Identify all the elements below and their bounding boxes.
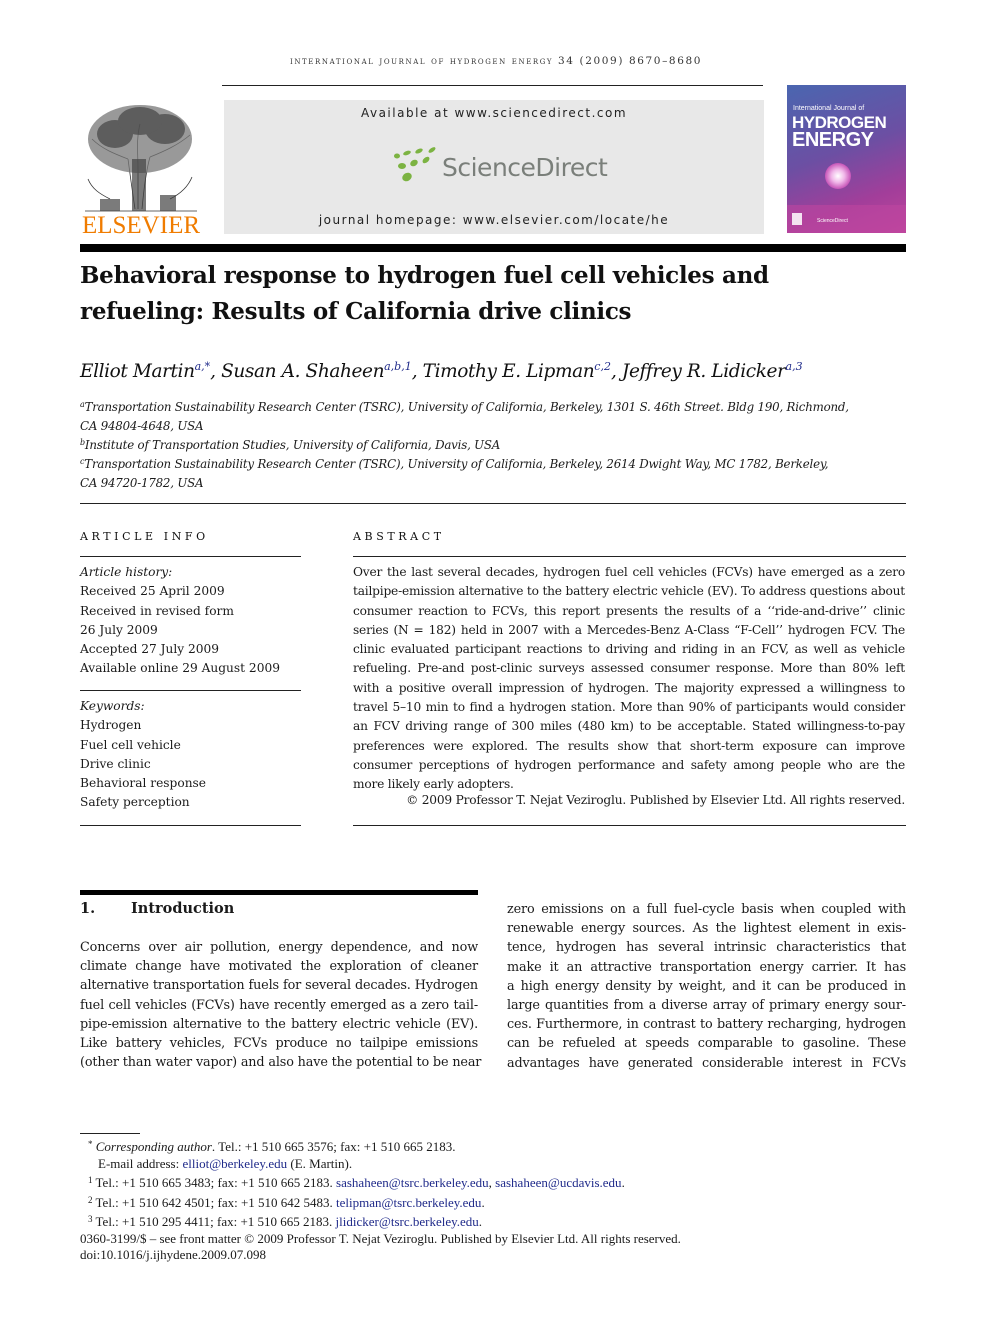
footnote-mark: 2	[88, 1194, 93, 1205]
email-link[interactable]: telipman@tsrc.berkeley.edu	[336, 1195, 481, 1210]
text-line: a high energy density by weight, and it …	[507, 978, 906, 994]
author-name[interactable]: Timothy E. Lipman	[423, 361, 595, 382]
contact-text: Tel.: +1 510 295 4411; fax: +1 510 665 2…	[95, 1214, 336, 1229]
history-item: 26 July 2009	[80, 622, 158, 637]
email-link[interactable]: jlidicker@tsrc.berkeley.edu	[336, 1214, 479, 1229]
header-thick-rule	[80, 244, 906, 252]
abstract-heading: ABSTRACT	[353, 530, 445, 543]
affiliation-text: Transportation Sustainability Research C…	[84, 400, 849, 414]
cover-sciencedirect: ScienceDirect	[817, 218, 848, 224]
doi-link[interactable]: doi:10.1016/j.ijhydene.2009.07.098	[80, 1247, 910, 1264]
header-rule	[222, 85, 763, 86]
affiliation-c: cTransportation Sustainability Research …	[80, 452, 910, 494]
section-rule	[80, 890, 478, 895]
article-title: Behavioral response to hydrogen fuel cel…	[80, 262, 769, 325]
footnote-mark: 3	[88, 1214, 93, 1224]
divider	[353, 556, 906, 557]
keywords: Keywords: Hydrogen Fuel cell vehicle Dri…	[80, 697, 300, 813]
author-marks[interactable]: c,2	[594, 360, 611, 373]
keyword[interactable]: Fuel cell vehicle	[80, 736, 300, 755]
history-item: Available online 29 August 2009	[80, 661, 280, 676]
author-marks[interactable]: a,3	[786, 360, 803, 373]
running-head: International Journal of Hydrogen Energy…	[289, 55, 703, 67]
corresponding-label: Corresponding author	[95, 1139, 212, 1154]
text-line: zero emissions on a full fuel-cycle basi…	[507, 902, 906, 917]
author-marks[interactable]: a,*	[195, 360, 211, 373]
text-line: tence, hydrogen has several intrinsic ch…	[507, 940, 906, 956]
author-name[interactable]: Susan A. Shaheen	[221, 361, 384, 382]
text-line: climate change have motivated the explor…	[80, 959, 478, 975]
text-line: pipe-emission alternative to the battery…	[80, 1016, 478, 1032]
abstract-copyright: © 2009 Professor T. Nejat Veziroglu. Pub…	[406, 793, 905, 807]
footnote-email: E-mail address: elliot@berkeley.edu (E. …	[80, 1156, 910, 1173]
footnote-2: 2 Tel.: +1 510 642 4501; fax: +1 510 642…	[88, 1194, 485, 1210]
cover-hb-logo-icon	[792, 213, 802, 225]
text-line: Concerns over air pollution, energy depe…	[80, 940, 478, 955]
author-list: Elliot Martina,*, Susan A. Shaheena,b,1,…	[80, 360, 803, 382]
text-line: make it an attractive transportation ene…	[507, 959, 906, 975]
cover-energy: ENERGY	[792, 129, 874, 151]
history-item: Received 25 April 2009	[80, 584, 225, 599]
cover-orb-graphic	[825, 163, 851, 189]
keywords-label: Keywords:	[80, 699, 145, 713]
keyword[interactable]: Behavioral response	[80, 774, 300, 793]
email-link[interactable]: elliot@berkeley.edu	[182, 1156, 287, 1171]
footnote-1: 1 Tel.: +1 510 665 3483; fax: +1 510 665…	[88, 1175, 625, 1190]
history-label: Article history:	[80, 565, 173, 579]
text-line: can be refueled at speeds comparable to …	[507, 1036, 906, 1052]
keyword[interactable]: Drive clinic	[80, 755, 300, 774]
text-line: (other than water vapor) and also have t…	[80, 1055, 482, 1071]
email-label: E-mail address:	[98, 1155, 183, 1171]
email-link[interactable]: sashaheen@tsrc.berkeley.edu	[336, 1175, 489, 1190]
text-line: advantages have generated considerable i…	[507, 1055, 906, 1071]
divider	[80, 690, 301, 691]
affiliation-text: Institute of Transportation Studies, Uni…	[84, 438, 501, 452]
author-name[interactable]: Elliot Martin	[80, 361, 195, 382]
cover-journal-of: International Journal of	[793, 105, 865, 112]
history-item: Accepted 27 July 2009	[80, 642, 220, 657]
contact-text: . Tel.: +1 510 665 3576; fax: +1 510 665…	[211, 1139, 456, 1154]
article-history: Article history: Received 25 April 2009 …	[80, 563, 300, 679]
text-line: alternative transportation fuels for sev…	[80, 978, 478, 994]
author-name[interactable]: Jeffrey R. Lidicker	[622, 361, 786, 382]
divider	[80, 503, 906, 504]
footnote-mark: 1	[88, 1175, 93, 1185]
footnote-corresponding: * Corresponding author. Tel.: +1 510 665…	[80, 1136, 910, 1156]
article-info-heading: ARTICLE INFO	[80, 530, 209, 543]
author-marks[interactable]: a,b,1	[384, 360, 412, 373]
journal-cover-image: International Journal of HYDROGEN ENERGY…	[787, 85, 906, 233]
text-line: large quantities from a diverse array of…	[507, 997, 906, 1013]
affiliation-text: Transportation Sustainability Research C…	[84, 457, 829, 471]
contact-text: Tel.: +1 510 642 4501; fax: +1 510 642 5…	[95, 1194, 337, 1210]
sciencedirect-wordmark: ScienceDirect	[442, 153, 608, 182]
text-line: Like battery vehicles, FCVs produce no t…	[80, 1035, 478, 1051]
footnote-mark: *	[88, 1139, 93, 1149]
keyword[interactable]: Hydrogen	[80, 716, 300, 735]
section-title: Introduction	[131, 900, 235, 917]
intro-column-left: Concerns over air pollution, energy depe…	[80, 938, 482, 1072]
affiliation-text: CA 94720-1782, USA	[80, 476, 204, 491]
available-at-link[interactable]: Available at www.sciencedirect.com	[224, 106, 764, 120]
divider	[80, 825, 301, 826]
front-matter: 0360-3199/$ – see front matter © 2009 Pr…	[80, 1230, 681, 1246]
divider	[80, 556, 301, 557]
footnote-rule	[80, 1133, 140, 1134]
affiliation-a: aTransportation Sustainability Research …	[80, 395, 910, 437]
email-link[interactable]: sashaheen@ucdavis.edu	[495, 1175, 621, 1190]
footnotes: * Corresponding author. Tel.: +1 510 665…	[80, 1136, 910, 1264]
footnote-3: 3 Tel.: +1 510 295 4411; fax: +1 510 665…	[88, 1214, 483, 1229]
abstract-text: Over the last several decades, hydrogen …	[353, 565, 905, 792]
keyword[interactable]: Safety perception	[80, 793, 300, 812]
contact-text: Tel.: +1 510 665 3483; fax: +1 510 665 2…	[95, 1175, 337, 1190]
journal-homepage-link[interactable]: journal homepage: www.elsevier.com/locat…	[224, 213, 764, 227]
text-line: ces. Furthermore, in contrast to battery…	[507, 1017, 906, 1033]
text-line: renewable energy sources. As the lightes…	[507, 921, 906, 937]
history-item: Received in revised form	[80, 603, 234, 618]
elsevier-wordmark: ELSEVIER	[81, 212, 201, 239]
text-line: fuel cell vehicles (FCVs) have recently …	[80, 997, 478, 1013]
divider	[353, 825, 906, 826]
intro-column-right: zero emissions on a full fuel-cycle basi…	[507, 900, 906, 1073]
email-suffix: (E. Martin).	[287, 1155, 353, 1171]
section-number: 1.	[80, 900, 96, 917]
